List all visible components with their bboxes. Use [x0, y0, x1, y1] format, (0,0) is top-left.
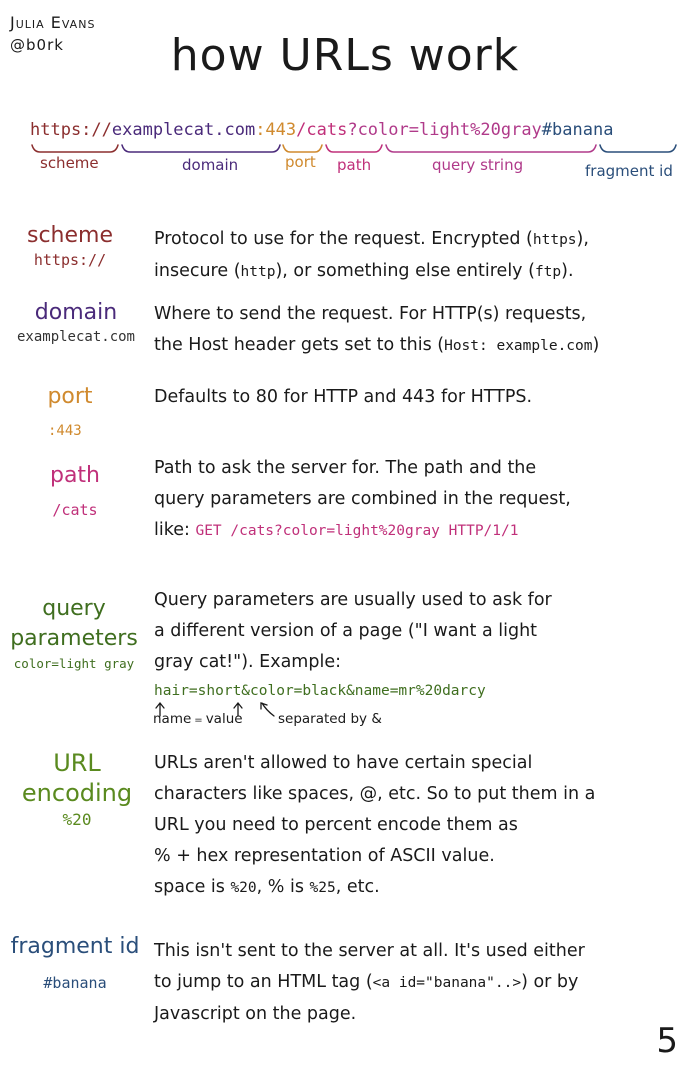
bracket-port: [282, 144, 323, 153]
bracket-path: [325, 144, 383, 153]
desc-path: Path to ask the server for. The path and…: [154, 458, 571, 540]
query-example: hair=short&color=black&name=mr%20darcy: [154, 683, 486, 699]
query-annotation-separator: separated by &: [278, 711, 382, 727]
page-number: 5: [656, 1021, 678, 1061]
term-title: scheme: [26, 223, 113, 248]
label-scheme: scheme: [40, 154, 99, 172]
query-annotation-name-value: name = value: [153, 711, 243, 727]
term-title: path: [49, 463, 100, 488]
term-value: #banana: [43, 974, 107, 992]
term-value: :443: [48, 423, 82, 439]
term-title: fragment id: [10, 934, 140, 959]
term-fragment: fragment id #banana: [10, 933, 140, 993]
term-title: port: [47, 384, 93, 409]
term-value: color=light gray: [13, 656, 135, 671]
bracket-fragment: [599, 144, 677, 153]
term-title-a: query: [42, 596, 106, 621]
label-domain: domain: [182, 156, 239, 174]
term-value: examplecat.com: [16, 329, 135, 345]
desc-domain: Where to send the request. For HTTP(s) r…: [154, 304, 600, 355]
desc-url-encoding: URLs aren't allowed to have certain spec…: [154, 753, 596, 897]
desc-port: Defaults to 80 for HTTP and 443 for HTTP…: [154, 387, 533, 407]
term-title-b: encoding: [21, 779, 133, 807]
term-scheme: scheme https://: [10, 222, 130, 270]
desc-scheme: Protocol to use for the request. Encrypt…: [154, 229, 589, 281]
bracket-query: [385, 144, 597, 153]
term-value: /cats: [52, 501, 98, 519]
desc-query: Query parameters are usually used to ask…: [154, 590, 552, 672]
label-path: path: [337, 156, 372, 174]
label-fragment: fragment id: [585, 162, 673, 180]
bracket-scheme: [31, 144, 119, 153]
term-title: domain: [34, 300, 118, 325]
term-path: path /cats: [30, 462, 120, 520]
term-value: https://: [33, 251, 107, 269]
label-port: port: [285, 153, 316, 171]
term-url-encoding: URL encoding %20: [10, 748, 144, 832]
desc-fragment: This isn't sent to the server at all. It…: [154, 941, 585, 1024]
bracket-domain: [121, 144, 281, 153]
term-title-a: URL: [53, 749, 101, 777]
term-title-b: parameters: [10, 626, 138, 651]
term-value: %20: [62, 810, 92, 829]
term-query: query parameters color=light gray: [6, 594, 142, 674]
term-domain: domain examplecat.com: [4, 299, 148, 347]
label-query: query string: [432, 156, 524, 174]
term-port: port :443: [30, 383, 110, 441]
